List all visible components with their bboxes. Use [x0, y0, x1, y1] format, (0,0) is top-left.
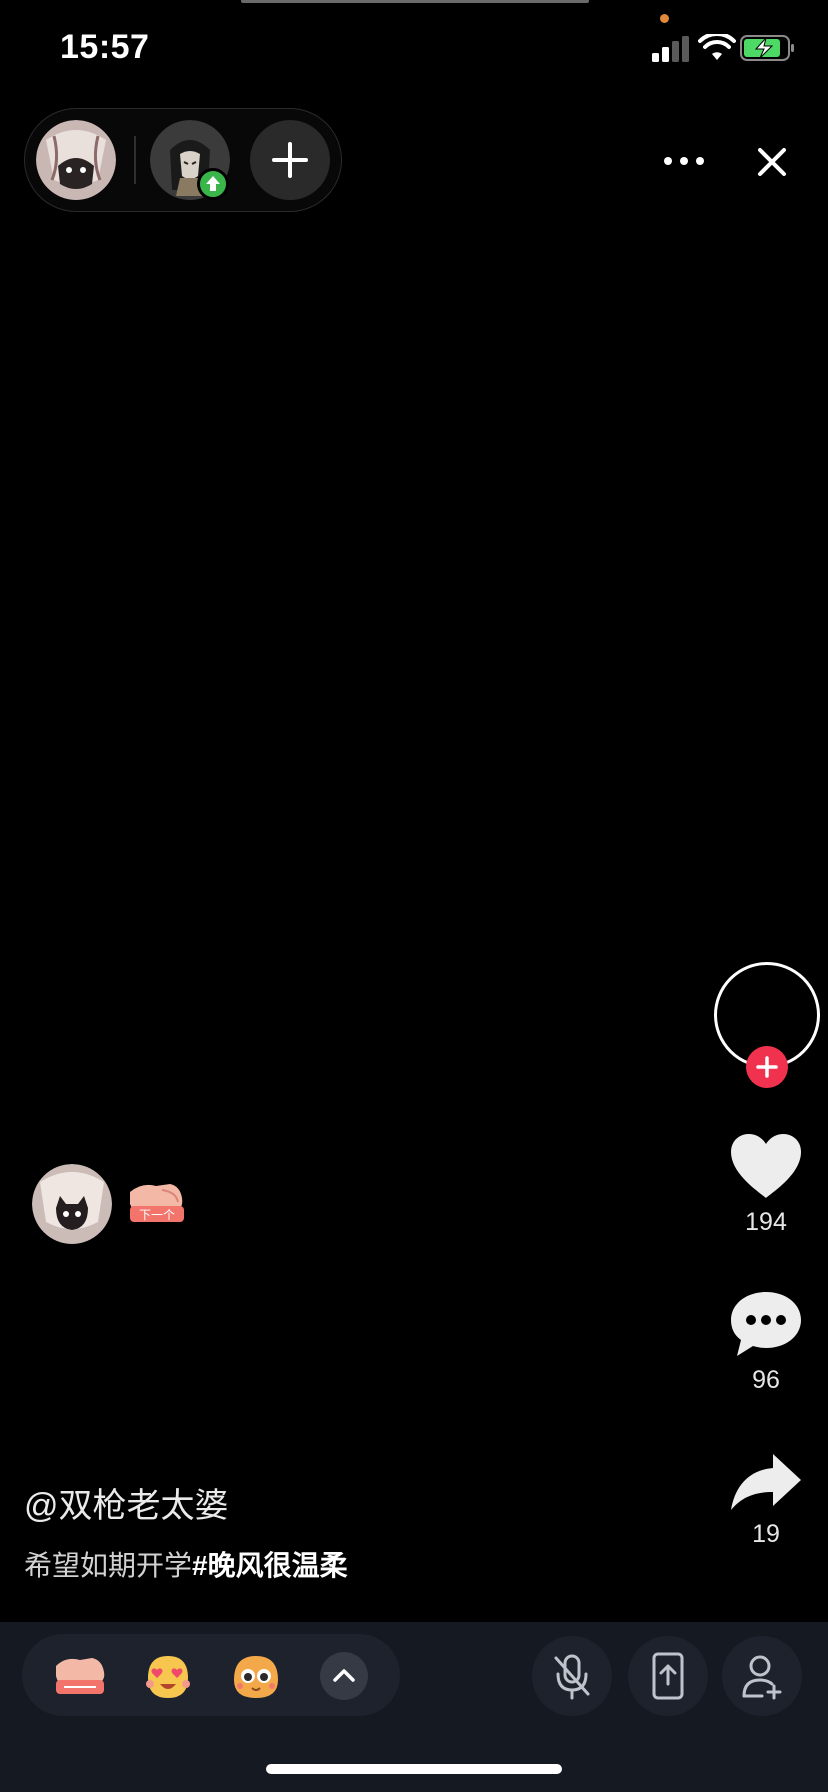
- participant-avatar-self[interactable]: [36, 120, 116, 200]
- heart-icon: [731, 1134, 801, 1198]
- avatar-illustration: [32, 1164, 112, 1244]
- mic-off-icon: [554, 1654, 590, 1700]
- caption-text: 希望如期开学: [24, 1550, 193, 1581]
- comment-count: 96: [752, 1366, 780, 1394]
- avatar-illustration: [36, 120, 116, 200]
- post-username[interactable]: @双枪老太婆: [24, 1478, 229, 1527]
- phone-share-icon: [652, 1652, 684, 1700]
- shy-emoji-icon[interactable]: [228, 1648, 284, 1704]
- caption-hashtag[interactable]: #晚风很温柔: [192, 1550, 348, 1581]
- share-arrow-icon: [731, 1454, 801, 1510]
- sticker-label: 下一个: [139, 1208, 175, 1222]
- wifi-icon: [698, 34, 736, 60]
- more-options-icon[interactable]: [662, 146, 706, 176]
- home-indicator[interactable]: [266, 1764, 562, 1774]
- upload-badge: [197, 168, 229, 200]
- comment-button[interactable]: 96: [720, 1290, 812, 1395]
- heart-eyes-emoji-icon[interactable]: [140, 1648, 196, 1704]
- share-button[interactable]: 19: [720, 1450, 812, 1549]
- upload-arrow-icon: [206, 176, 220, 191]
- close-icon[interactable]: [752, 142, 792, 182]
- expand-reactions-button[interactable]: [320, 1652, 368, 1700]
- plus-icon: [756, 1056, 778, 1078]
- follow-button[interactable]: [746, 1046, 788, 1088]
- chevron-up-icon: [333, 1669, 355, 1682]
- add-user-icon: [742, 1655, 782, 1700]
- cellular-signal-icon: [652, 36, 689, 62]
- battery-charging-icon: [740, 35, 794, 61]
- privacy-indicator-dot: [660, 14, 669, 23]
- sender-avatar[interactable]: [32, 1164, 112, 1244]
- next-sticker-reaction-icon[interactable]: [52, 1648, 108, 1704]
- share-count: 19: [752, 1520, 780, 1548]
- like-count: 194: [745, 1208, 787, 1236]
- plus-icon: [272, 142, 308, 178]
- status-bar: 15:57: [0, 0, 828, 100]
- status-time: 15:57: [60, 28, 150, 66]
- comment-icon: [731, 1292, 801, 1356]
- next-sticker-icon: 下一个: [130, 1184, 184, 1222]
- add-participant-button[interactable]: [250, 120, 330, 200]
- mute-microphone-button[interactable]: [532, 1636, 612, 1716]
- participant-divider: [134, 136, 136, 184]
- invite-friend-button[interactable]: [722, 1636, 802, 1716]
- post-caption: 希望如期开学#晚风很温柔: [24, 1544, 348, 1584]
- screen-share-button[interactable]: [628, 1636, 708, 1716]
- like-button[interactable]: 194: [720, 1132, 812, 1237]
